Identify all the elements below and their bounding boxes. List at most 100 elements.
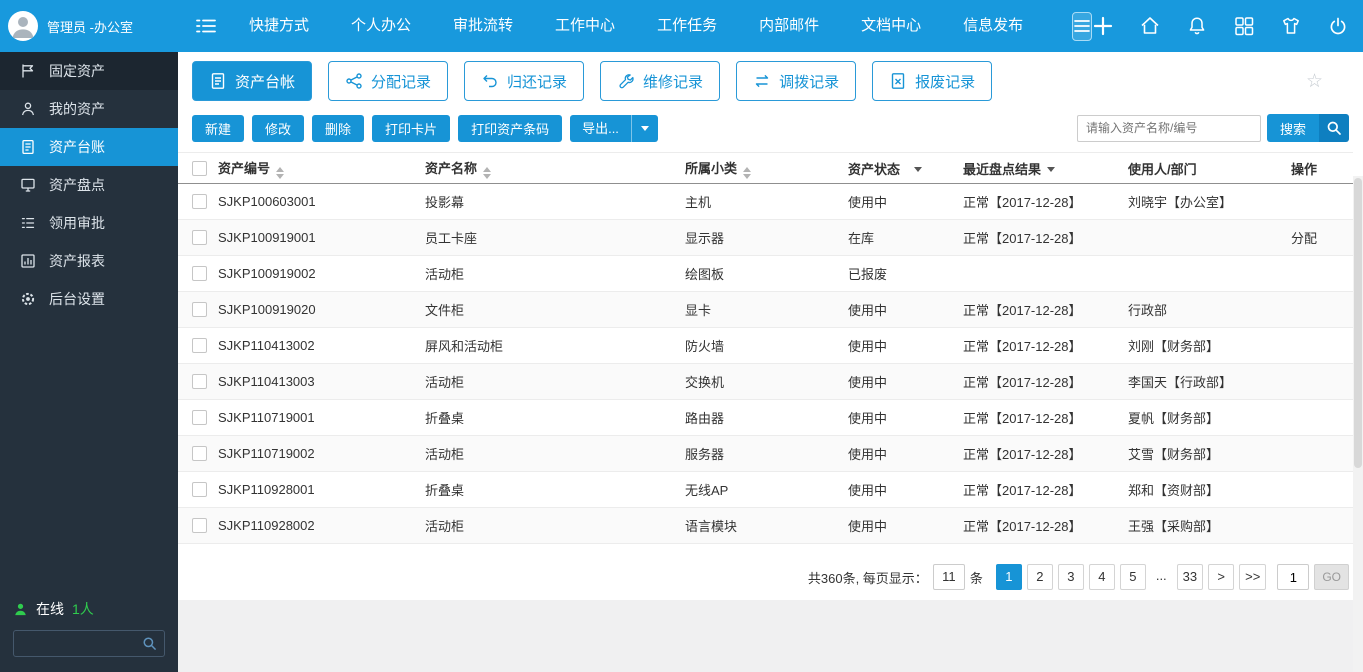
tab-scrap-records[interactable]: 报废记录 xyxy=(872,61,993,101)
goto-page-input[interactable] xyxy=(1277,564,1310,590)
power-icon[interactable] xyxy=(1327,15,1349,37)
row-action[interactable] xyxy=(1285,363,1353,400)
page-button-5[interactable]: 5 xyxy=(1119,564,1146,590)
header-category[interactable]: 所属小类 xyxy=(685,152,848,184)
menu-list-icon[interactable] xyxy=(194,15,218,37)
header-check-result[interactable]: 最近盘点结果 xyxy=(963,152,1128,184)
theme-shirt-icon[interactable] xyxy=(1280,15,1302,37)
row-action[interactable] xyxy=(1285,327,1353,364)
tab-return-records[interactable]: 归还记录 xyxy=(464,61,585,101)
sidebar-item-my-assets[interactable]: 我的资产 xyxy=(0,90,178,128)
print-card-button[interactable]: 打印卡片 xyxy=(372,114,451,142)
row-checkbox[interactable] xyxy=(192,266,207,281)
row-action[interactable] xyxy=(1285,471,1353,508)
row-checkbox[interactable] xyxy=(192,482,207,497)
edit-button[interactable]: 修改 xyxy=(252,114,305,142)
export-button[interactable]: 导出... xyxy=(570,114,658,142)
favorite-star-icon[interactable]: ☆ xyxy=(1306,70,1323,93)
go-button[interactable]: GO xyxy=(1314,564,1349,590)
user-area[interactable]: 管理员 -办公室 xyxy=(0,11,178,41)
sort-icon[interactable] xyxy=(743,166,752,179)
row-checkbox[interactable] xyxy=(192,374,207,389)
nav-item-approval-flow[interactable]: 审批流转 xyxy=(432,0,534,52)
tab-allocation-records[interactable]: 分配记录 xyxy=(328,61,449,101)
table-row[interactable]: SJKP100919001 员工卡座 显示器 在库 正常【2017-12-28】… xyxy=(178,219,1353,256)
hamburger-menu-button[interactable] xyxy=(1072,11,1093,41)
row-checkbox[interactable] xyxy=(192,518,207,533)
row-action-allocate[interactable]: 分配 xyxy=(1285,219,1353,256)
header-status[interactable]: 资产状态 xyxy=(848,152,963,184)
sidebar-item-asset-reports[interactable]: 资产报表 xyxy=(0,242,178,280)
nav-item-info-publish[interactable]: 信息发布 xyxy=(942,0,1044,52)
table-row[interactable]: SJKP110928002 活动柜 语言模块 使用中 正常【2017-12-28… xyxy=(178,507,1353,544)
page-button-1[interactable]: 1 xyxy=(995,564,1022,590)
sidebar-item-asset-inventory[interactable]: 资产盘点 xyxy=(0,166,178,204)
delete-button[interactable]: 删除 xyxy=(312,114,365,142)
new-button[interactable]: 新建 xyxy=(192,114,245,142)
table-row[interactable]: SJKP110413003 活动柜 交换机 使用中 正常【2017-12-28】… xyxy=(178,363,1353,400)
page-size-selector[interactable]: 11 xyxy=(932,564,965,590)
sort-icon[interactable] xyxy=(276,166,285,179)
sidebar-item-settings[interactable]: 后台设置 xyxy=(0,280,178,318)
row-checkbox[interactable] xyxy=(192,194,207,209)
sidebar-item-label: 我的资产 xyxy=(49,101,105,117)
row-checkbox[interactable] xyxy=(192,446,207,461)
row-checkbox[interactable] xyxy=(192,230,207,245)
nav-item-work-center[interactable]: 工作中心 xyxy=(534,0,636,52)
select-all-checkbox[interactable] xyxy=(192,160,207,176)
add-icon[interactable] xyxy=(1092,15,1114,37)
nav-item-document-center[interactable]: 文档中心 xyxy=(840,0,942,52)
header-asset-name[interactable]: 资产名称 xyxy=(425,152,685,184)
table-row[interactable]: SJKP100919020 文件柜 显卡 使用中 正常【2017-12-28】 … xyxy=(178,291,1353,328)
page-button-2[interactable]: 2 xyxy=(1026,564,1053,590)
row-action[interactable] xyxy=(1285,435,1353,472)
tab-repair-records[interactable]: 维修记录 xyxy=(600,61,721,101)
table-row[interactable]: SJKP110719002 活动柜 服务器 使用中 正常【2017-12-28】… xyxy=(178,435,1353,472)
nav-item-work-tasks[interactable]: 工作任务 xyxy=(636,0,738,52)
sidebar-search-input[interactable] xyxy=(21,636,142,651)
search-button[interactable]: 搜索 xyxy=(1266,114,1349,142)
scrollbar-thumb[interactable] xyxy=(1354,178,1362,468)
tab-transfer-records[interactable]: 调拨记录 xyxy=(736,61,857,101)
row-checkbox[interactable] xyxy=(192,410,207,425)
search-icon[interactable] xyxy=(1319,114,1349,142)
next-page-button[interactable]: > xyxy=(1208,564,1235,590)
filter-caret-icon[interactable] xyxy=(914,166,923,172)
row-action[interactable] xyxy=(1285,291,1353,328)
row-action[interactable] xyxy=(1285,507,1353,544)
sidebar-item-asset-ledger[interactable]: 资产台账 xyxy=(0,128,178,166)
filter-caret-icon[interactable] xyxy=(1047,166,1056,172)
page-button-3[interactable]: 3 xyxy=(1057,564,1084,590)
vertical-scrollbar[interactable] xyxy=(1353,176,1363,672)
table-row[interactable]: SJKP110413002 屏风和活动柜 防火墙 使用中 正常【2017-12-… xyxy=(178,327,1353,364)
nav-item-personal-office[interactable]: 个人办公 xyxy=(330,0,432,52)
nav-item-internal-mail[interactable]: 内部邮件 xyxy=(738,0,840,52)
sort-icon[interactable] xyxy=(483,166,492,179)
table-row[interactable]: SJKP100919002 活动柜 绘图板 已报废 xyxy=(178,255,1353,292)
table-row[interactable]: SJKP100603001 投影幕 主机 使用中 正常【2017-12-28】 … xyxy=(178,183,1353,220)
tab-asset-ledger[interactable]: 资产台帐 xyxy=(192,61,313,101)
row-action[interactable] xyxy=(1285,255,1353,292)
print-barcode-button[interactable]: 打印资产条码 xyxy=(458,114,563,142)
online-status[interactable]: 在线 1人 xyxy=(13,599,165,619)
page-button-4[interactable]: 4 xyxy=(1088,564,1115,590)
sidebar-search-icon[interactable] xyxy=(142,636,157,651)
home-icon[interactable] xyxy=(1139,15,1161,37)
export-dropdown-caret[interactable] xyxy=(630,114,658,142)
table-row[interactable]: SJKP110928001 折叠桌 无线AP 使用中 正常【2017-12-28… xyxy=(178,471,1353,508)
table-row[interactable]: SJKP110719001 折叠桌 路由器 使用中 正常【2017-12-28】… xyxy=(178,399,1353,436)
header-asset-code[interactable]: 资产编号 xyxy=(218,152,425,184)
row-action[interactable] xyxy=(1285,183,1353,220)
page-button-33[interactable]: 33 xyxy=(1176,564,1204,590)
asset-search-input[interactable] xyxy=(1076,114,1261,142)
row-checkbox[interactable] xyxy=(192,302,207,317)
avatar[interactable] xyxy=(8,11,38,41)
bell-icon[interactable] xyxy=(1186,15,1208,37)
apps-grid-icon[interactable] xyxy=(1233,15,1255,37)
row-checkbox[interactable] xyxy=(192,338,207,353)
nav-item-shortcuts[interactable]: 快捷方式 xyxy=(228,0,330,52)
last-page-button[interactable]: >> xyxy=(1239,564,1267,590)
sidebar-item-requisition-approval[interactable]: 领用审批 xyxy=(0,204,178,242)
sidebar-item-fixed-assets[interactable]: 固定资产 xyxy=(0,52,178,90)
row-action[interactable] xyxy=(1285,399,1353,436)
